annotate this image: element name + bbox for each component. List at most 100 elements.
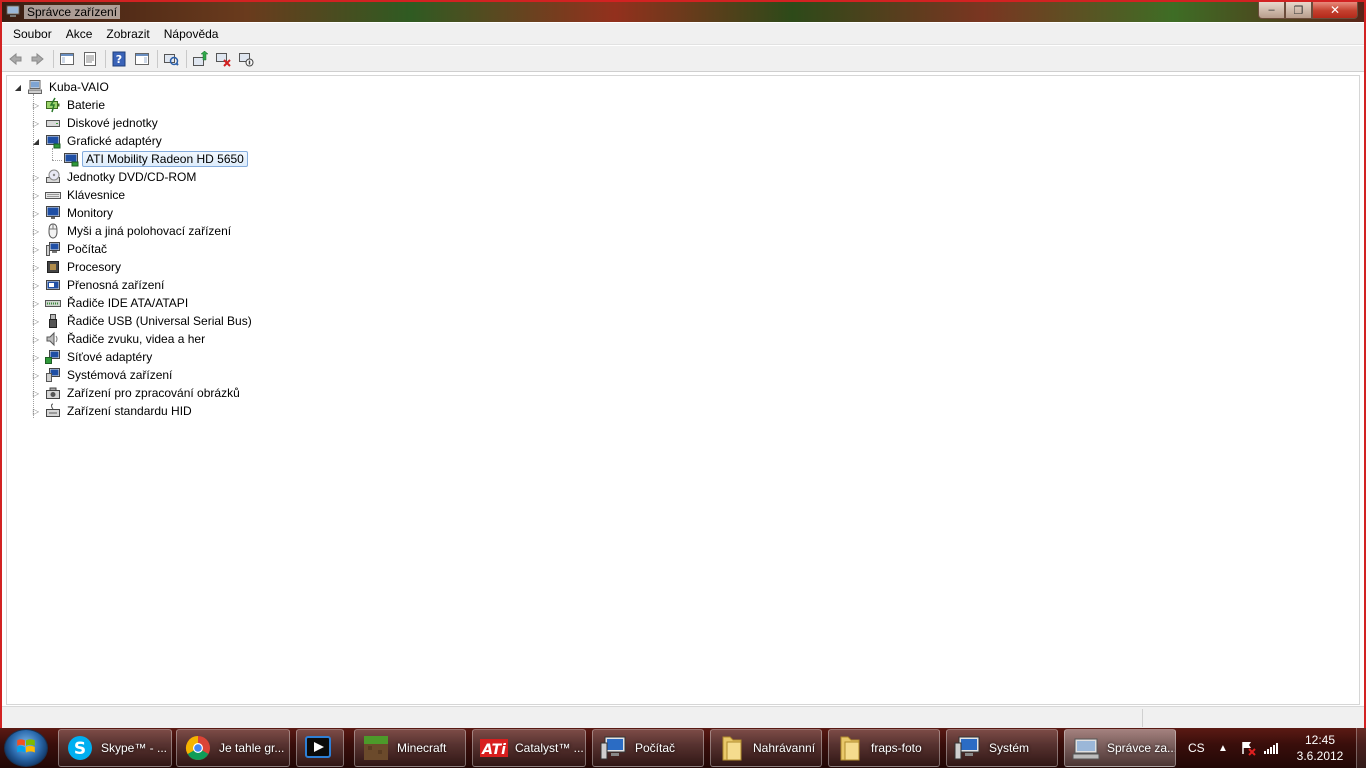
minimize-button[interactable]: ‒ <box>1258 2 1285 19</box>
toolbar-separator <box>157 49 158 68</box>
title-bar[interactable]: Správce zařízení ‒ ❐ ✕ <box>2 2 1364 22</box>
tree-item-label: Monitory <box>67 206 114 220</box>
taskbar-item-label: Je tahle gr... <box>219 741 285 755</box>
tree-item[interactable]: ◢ Grafické adaptéry <box>31 132 165 150</box>
tree-item[interactable]: ▷ Myši a jiná polohovací zařízení <box>31 222 234 240</box>
taskbar-item[interactable]: Minecraft <box>354 729 466 767</box>
tree-item[interactable]: ▷ Monitory <box>31 204 116 222</box>
tree-item[interactable]: ▷ Řadiče USB (Universal Serial Bus) <box>31 312 255 330</box>
svg-text:ATi: ATi <box>481 742 506 758</box>
expand-arrow-icon[interactable]: ▷ <box>31 370 41 380</box>
language-label: CS <box>1188 741 1205 755</box>
tree-item[interactable]: ▷ Zařízení pro zpracování obrázků <box>31 384 243 402</box>
collapse-arrow-icon[interactable]: ◢ <box>31 136 41 146</box>
network-signal-icon[interactable] <box>1263 728 1279 768</box>
tree-item-label: Jednotky DVD/CD-ROM <box>67 170 197 184</box>
expand-arrow-icon[interactable]: ▷ <box>31 262 41 272</box>
expand-arrow-icon[interactable]: ▷ <box>31 298 41 308</box>
tree-item[interactable]: ▷ Diskové jednotky <box>31 114 161 132</box>
language-indicator[interactable]: CS <box>1188 728 1205 768</box>
expand-arrow-icon[interactable]: ▷ <box>31 388 41 398</box>
close-button[interactable]: ✕ <box>1312 2 1358 19</box>
taskbar-item[interactable]: Systém <box>946 729 1058 767</box>
taskbar-item[interactable] <box>296 729 344 767</box>
start-button[interactable] <box>4 729 48 767</box>
tree-item[interactable]: ▷ Jednotky DVD/CD-ROM <box>31 168 199 186</box>
tree-item[interactable]: ▷ Přenosná zařízení <box>31 276 167 294</box>
tree-item[interactable]: ▷ Systémová zařízení <box>31 366 175 384</box>
tree-item[interactable]: ▷ Baterie <box>31 96 108 114</box>
computer-icon <box>27 79 43 95</box>
expand-arrow-icon[interactable]: ▷ <box>31 280 41 290</box>
back-icon[interactable] <box>6 50 24 68</box>
tree-child-item[interactable]: ATI Mobility Radeon HD 5650 <box>63 150 248 168</box>
expand-arrow-icon[interactable]: ▷ <box>31 208 41 218</box>
tree-item[interactable]: ▷ Procesory <box>31 258 124 276</box>
taskbar-item[interactable]: S Skype™ - ... <box>58 729 172 767</box>
show-hidden-icons-button[interactable]: ▲ <box>1218 728 1228 768</box>
taskbar-item[interactable]: Nahrávanní <box>710 729 822 767</box>
taskbar-item-label: Počítač <box>635 741 676 755</box>
expand-arrow-icon[interactable]: ▷ <box>31 334 41 344</box>
expand-arrow-icon[interactable]: ▷ <box>31 190 41 200</box>
expand-arrow-icon[interactable]: ▷ <box>31 118 41 128</box>
menu-bar: Soubor Akce Zobrazit Nápověda <box>2 23 1364 45</box>
computer-icon <box>45 241 61 257</box>
expand-arrow-icon[interactable]: ▷ <box>31 406 41 416</box>
expand-arrow-icon[interactable]: ▷ <box>31 244 41 254</box>
taskbar-item[interactable]: Správce za... <box>1064 729 1176 767</box>
properties-icon[interactable] <box>81 50 99 68</box>
portable-device-icon <box>45 277 61 293</box>
taskbar-item-label: Skype™ - ... <box>101 741 168 755</box>
device-tree[interactable]: ◢ Kuba-VAIO ▷ Baterie ▷ Diskové jednotky ◢ Gr… <box>6 75 1360 705</box>
tree-item[interactable]: ▷ Síťové adaptéry <box>31 348 155 366</box>
console-tree-icon[interactable] <box>58 50 76 68</box>
action-center-icon[interactable] <box>1240 728 1256 768</box>
svg-text:?: ? <box>116 53 122 66</box>
tree-item[interactable]: ▷ Zařízení standardu HID <box>31 402 195 420</box>
menu-napoveda[interactable]: Nápověda <box>157 24 226 44</box>
taskbar-item[interactable]: Počítač <box>592 729 704 767</box>
taskbar-item[interactable]: fraps-foto <box>828 729 940 767</box>
taskbar-item[interactable]: ATi Catalyst™ ... <box>472 729 586 767</box>
maximize-button[interactable]: ❐ <box>1285 2 1312 19</box>
tree-item-label: Systémová zařízení <box>67 368 173 382</box>
tree-item-label: Myši a jiná polohovací zařízení <box>67 224 232 238</box>
tree-root[interactable]: ◢ Kuba-VAIO <box>13 78 112 96</box>
expand-arrow-icon[interactable]: ▷ <box>31 100 41 110</box>
taskbar-item[interactable]: Je tahle gr... <box>176 729 290 767</box>
expand-arrow-icon[interactable]: ▷ <box>31 226 41 236</box>
help-icon[interactable]: ? <box>110 50 128 68</box>
folder-icon <box>835 733 865 763</box>
svg-text:S: S <box>74 739 86 759</box>
device-manager-icon[interactable] <box>6 5 20 18</box>
update-driver-icon[interactable] <box>191 50 209 68</box>
tree-item-label: Řadiče zvuku, videa a her <box>67 332 206 346</box>
forward-icon[interactable] <box>29 50 47 68</box>
device-manager-window: Správce zařízení ‒ ❐ ✕ Soubor Akce Zobra… <box>0 0 1366 728</box>
tree-item[interactable]: ▷ Řadiče zvuku, videa a her <box>31 330 208 348</box>
show-desktop-button[interactable] <box>1356 728 1366 768</box>
taskbar-item-label: Minecraft <box>397 741 447 755</box>
clock[interactable]: 12:45 3.6.2012 <box>1290 732 1350 764</box>
disable-device-icon[interactable] <box>237 50 255 68</box>
menu-zobrazit[interactable]: Zobrazit <box>99 24 156 44</box>
tree-item[interactable]: ▷ Klávesnice <box>31 186 128 204</box>
keyboard-icon <box>45 187 61 203</box>
expand-arrow-icon[interactable]: ▷ <box>31 316 41 326</box>
tree-item[interactable]: ▷ Řadiče IDE ATA/ATAPI <box>31 294 191 312</box>
action-pane-icon[interactable] <box>133 50 151 68</box>
tree-item[interactable]: ▷ Počítač <box>31 240 110 258</box>
tree-item-label: Zařízení standardu HID <box>67 404 192 418</box>
expand-arrow-icon[interactable]: ▷ <box>31 172 41 182</box>
disk-drive-icon <box>45 115 61 131</box>
uninstall-icon[interactable] <box>214 50 232 68</box>
collapse-arrow-icon[interactable]: ◢ <box>13 82 23 92</box>
clock-date: 3.6.2012 <box>1296 749 1344 763</box>
taskbar-item-label: fraps-foto <box>871 741 922 755</box>
menu-akce[interactable]: Akce <box>59 24 100 44</box>
tree-item-label: Síťové adaptéry <box>67 350 153 364</box>
menu-soubor[interactable]: Soubor <box>6 24 59 44</box>
expand-arrow-icon[interactable]: ▷ <box>31 352 41 362</box>
scan-hardware-icon[interactable] <box>162 50 180 68</box>
